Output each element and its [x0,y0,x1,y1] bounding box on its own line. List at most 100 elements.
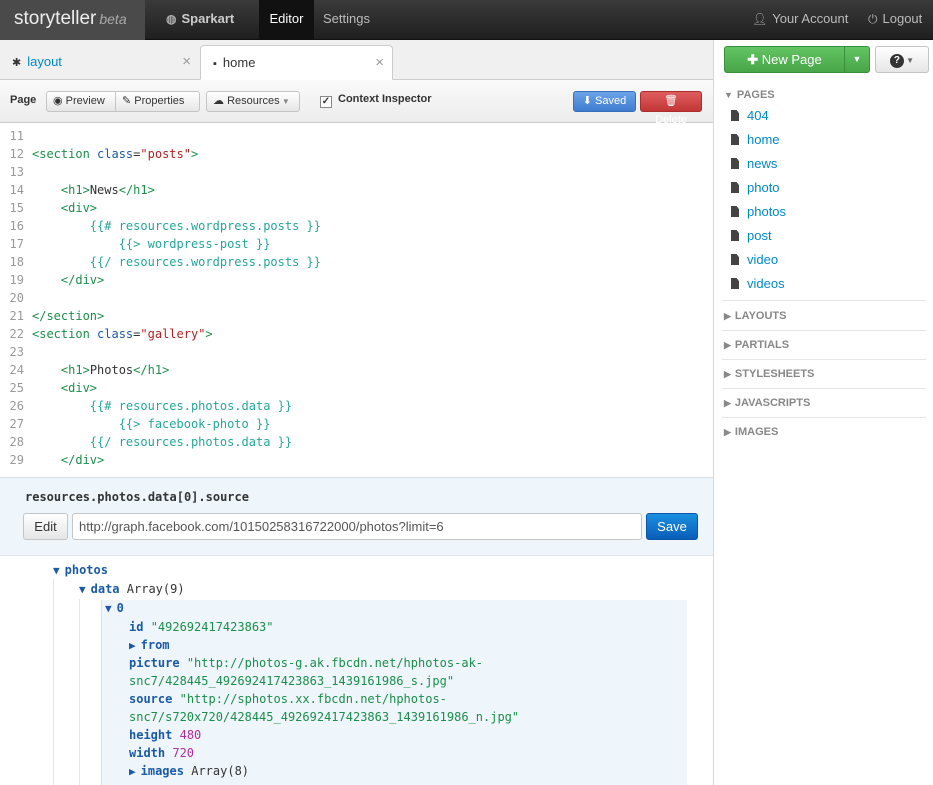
code-tag: </h1> [118,183,155,197]
tree-key: photos [64,563,108,577]
code-editor[interactable]: 11 12 <section class="posts"> 13 14 <h1>N… [0,123,713,478]
help-dropdown[interactable]: ? ▼ [875,46,929,73]
nav-your-account[interactable]: 👤︎ Your Account [752,0,848,40]
trash-icon: 🗑︎ [664,95,678,107]
page-item[interactable]: videos [731,276,785,291]
code-line: 13 [0,163,32,181]
nav-settings[interactable]: Settings [323,0,370,40]
code-line: 21 </section> [0,307,105,325]
divider [722,330,926,331]
page-item[interactable]: home [731,132,780,147]
checkbox-checked-icon[interactable]: ✓ [320,96,332,108]
nav-editor[interactable]: Editor [259,0,314,40]
tree-value: snc7/428445_492692417423863_1439161986_s… [129,674,455,688]
code-string: "posts" [140,147,191,161]
inspector-save-button[interactable]: Save [646,513,698,540]
tree-node-height: height 480 [129,726,201,744]
close-icon[interactable]: × [182,45,191,79]
section-javascripts[interactable]: ▶ JAVASCRIPTS [724,397,810,409]
line-number: 14 [9,183,24,197]
file-icon [731,254,739,265]
tree-node-from[interactable]: ▶ from [129,636,170,654]
code-tag: </div> [60,453,105,467]
tree-value: snc7/s720x720/428445_492692417423863_143… [129,710,520,724]
caret-down-icon[interactable]: ▼ [79,583,86,596]
properties-button[interactable]: ✎ Properties [115,91,200,112]
nav-logout[interactable]: ⏻ Logout [868,0,922,40]
tree-key: width [129,746,166,760]
resource-url-input[interactable] [72,513,642,540]
page-item-label: post [747,228,772,243]
brand-logo[interactable]: storyteller beta [0,0,145,40]
cloud-icon: ☁ [213,95,228,107]
code-tag: <div> [60,201,98,215]
tree-node-data[interactable]: ▼ data Array(9) [79,580,185,598]
code-line: 29 </div> [0,451,105,469]
code-mustache: {{/ resources.photos.data }} [89,435,293,449]
question-icon: ? [889,54,904,68]
line-number: 17 [9,237,24,251]
new-page-dropdown-toggle[interactable]: ▼ [844,46,870,73]
line-number: 23 [9,345,24,359]
tree-node-width: width 720 [129,744,194,762]
section-images[interactable]: ▶ IMAGES [724,426,778,438]
resources-dropdown[interactable]: ☁ Resources ▼ [206,91,300,112]
section-stylesheets-label: STYLESHEETS [734,368,815,380]
page-item[interactable]: 404 [731,108,769,123]
line-number: 28 [9,435,24,449]
file-icon [731,230,739,241]
section-stylesheets[interactable]: ▶ STYLESHEETS [724,368,814,380]
page-item[interactable]: photos [731,204,786,219]
code-string: "gallery" [140,327,206,341]
brand-name: storyteller [14,8,97,29]
code-line: 17 {{> wordpress-post }} [0,235,271,253]
section-javascripts-label: JAVASCRIPTS [734,397,811,409]
page-item[interactable]: post [731,228,772,243]
delete-button[interactable]: 🗑︎ Delete [640,91,702,126]
page-item[interactable]: news [731,156,777,171]
code-tag: </h1> [133,363,170,377]
caret-right-icon[interactable]: ▶ [129,765,136,778]
section-pages[interactable]: ▼ PAGES [724,89,775,101]
divider [722,417,926,418]
context-inspector-toggle[interactable]: ✓ Context Inspector [320,93,432,108]
tree-node-photos[interactable]: ▼ photos [53,561,108,579]
nav-org-sparkart[interactable]: ◍ Sparkart [166,0,234,40]
context-inspector-panel: resources.photos.data[0].source Edit Sav… [0,478,713,556]
inspector-edit-button[interactable]: Edit [23,513,68,540]
caret-down-icon[interactable]: ▼ [53,564,60,577]
tab-layout[interactable]: ✱ layout × [0,45,199,80]
tree-node-source[interactable]: source "http://sphotos.xx.fbcdn.net/hpho… [129,690,447,708]
code-tag: </div> [60,273,105,287]
file-icon [731,110,739,121]
saved-button[interactable]: ⬇ Saved [573,91,636,112]
properties-label: Properties [134,95,185,107]
code-tag: <section [32,147,98,161]
arrow-down-icon: ⬇ [582,95,596,107]
caret-right-icon[interactable]: ▶ [129,639,136,652]
section-layouts[interactable]: ▶ LAYOUTS [724,310,786,322]
line-number: 12 [9,147,24,161]
tree-node-images[interactable]: ▶ images Array(8) [129,762,249,780]
tab-layout-label: layout [27,54,62,69]
code-tag: </section> [32,309,105,323]
line-number: 29 [9,453,24,467]
file-icon [731,182,739,193]
tree-value: "http://sphotos.xx.fbcdn.net/hphotos- [179,692,447,706]
page-item[interactable]: video [731,252,778,267]
preview-button[interactable]: ◉ Preview [46,91,116,112]
close-icon[interactable]: × [375,46,384,80]
code-line: 20 [0,289,32,307]
code-tag: <section [32,327,98,341]
caret-down-icon[interactable]: ▼ [105,602,112,615]
tree-node-index-0[interactable]: ▼ 0 [105,599,124,617]
page-label: Page [10,94,37,106]
code-mustache: {{/ resources.wordpress.posts }} [89,255,321,269]
code-line: 25 <div> [0,379,97,397]
new-page-button[interactable]: ✚ New Page [724,46,845,73]
tab-home[interactable]: ▪ home × [200,45,393,80]
tree-type: Array(8) [191,764,250,778]
section-partials[interactable]: ▶ PARTIALS [724,339,789,351]
code-line: 26 {{# resources.photos.data }} [0,397,293,415]
page-item[interactable]: photo [731,180,780,195]
